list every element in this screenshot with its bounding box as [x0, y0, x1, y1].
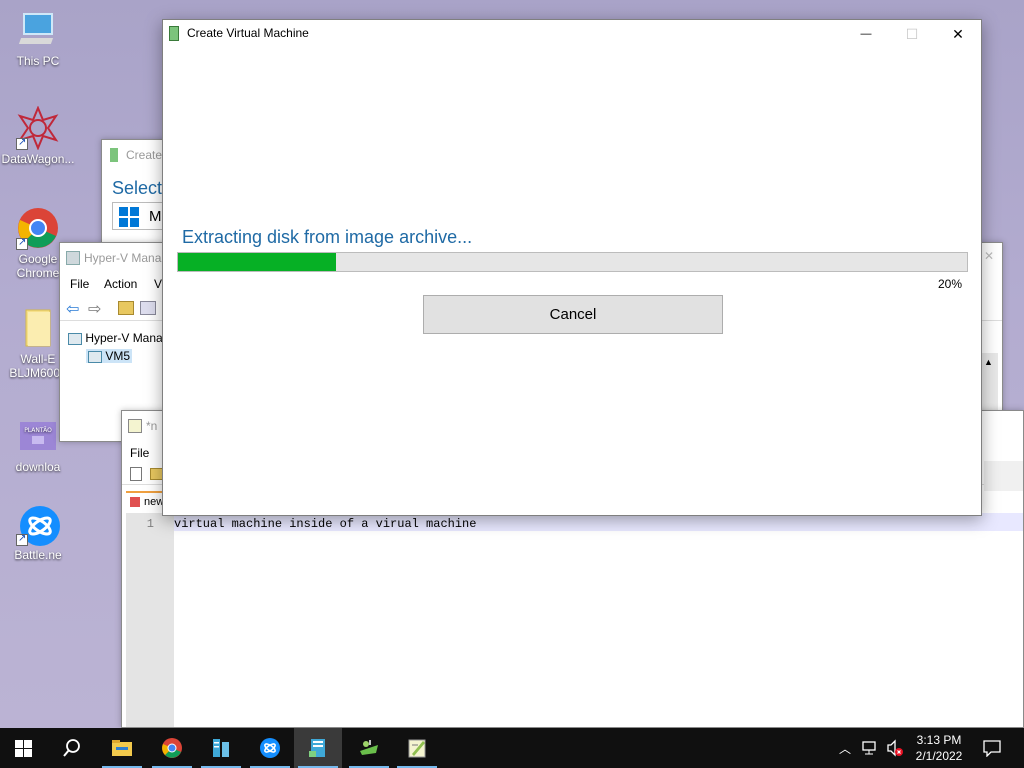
- taskbar-chrome[interactable]: [148, 728, 196, 768]
- file-saved-icon: [130, 497, 140, 507]
- server-manager-icon: [213, 739, 229, 757]
- desktop-icon-label: downloa: [15, 460, 61, 474]
- window-title: *n: [146, 419, 158, 433]
- line-number: 1: [146, 517, 154, 531]
- progress-percent: 20%: [937, 277, 962, 291]
- notifications-icon[interactable]: [982, 739, 1002, 757]
- server-icon: [88, 350, 102, 363]
- gutter: 1: [126, 513, 174, 727]
- show-hide-tree-icon[interactable]: [140, 301, 156, 315]
- notepad-plus-icon: [408, 739, 426, 758]
- menu-view[interactable]: V: [154, 277, 162, 291]
- close-button[interactable]: ✕: [935, 20, 981, 48]
- taskbar-notepad-plus[interactable]: [393, 728, 441, 768]
- folder-icon: [16, 306, 60, 350]
- back-arrow-icon[interactable]: ⇦: [66, 299, 79, 319]
- menu-file[interactable]: File: [130, 446, 149, 460]
- battlenet-icon: [16, 502, 60, 546]
- tree-item-vm5[interactable]: VM5: [86, 349, 133, 363]
- tray-clock[interactable]: 3:13 PM 2/1/2022: [903, 732, 975, 764]
- taskbar-hyperv[interactable]: [294, 728, 342, 768]
- close-icon[interactable]: ✕: [984, 249, 994, 263]
- datawagon-icon: [16, 105, 60, 151]
- vm-icon: [169, 26, 179, 41]
- computer-icon: [16, 8, 60, 52]
- tray-time: 3:13 PM: [916, 733, 962, 747]
- desktop-icon-label: DataWagon...: [1, 152, 75, 166]
- speaker-muted-icon[interactable]: [886, 739, 904, 757]
- start-button[interactable]: [0, 728, 48, 768]
- search-icon: [63, 739, 80, 757]
- section-heading: Select: [112, 178, 163, 198]
- dialog-title: Create Virtual Machine: [187, 26, 309, 40]
- shortcut-arrow-icon: [16, 236, 28, 250]
- desktop-icon-label: This PC: [16, 54, 60, 68]
- desktop-icon-this-pc[interactable]: This PC: [0, 8, 76, 68]
- minimize-button[interactable]: —: [843, 20, 889, 48]
- battlenet-icon: [260, 738, 280, 758]
- network-icon[interactable]: [862, 740, 880, 756]
- maximize-button: ☐: [905, 26, 919, 42]
- datawagon-icon: [360, 740, 378, 755]
- progress-status-text: Extracting disk from image archive...: [182, 227, 473, 247]
- chrome-icon: [16, 206, 60, 250]
- scrollbar[interactable]: ▲: [980, 353, 998, 413]
- notepad-plus-icon: [128, 419, 142, 433]
- dialog-titlebar[interactable]: Create Virtual Machine — ☐ ✕: [163, 20, 981, 48]
- vm-icon: [110, 148, 118, 162]
- editor-line-text: virtual machine inside of a virual machi…: [174, 517, 477, 531]
- taskbar-battlenet[interactable]: [246, 728, 294, 768]
- chrome-icon: [162, 738, 182, 758]
- desktop-icon-battlenet[interactable]: Battle.ne: [0, 502, 76, 562]
- tree-item-label: Hyper-V Mana: [85, 331, 163, 345]
- scroll-up-icon[interactable]: ▲: [984, 357, 993, 367]
- tree-item-root[interactable]: Hyper-V Mana: [68, 331, 163, 345]
- file-explorer-icon: [112, 740, 132, 756]
- server-icon: [68, 332, 82, 345]
- taskbar-datawagon[interactable]: [345, 728, 393, 768]
- create-vm-dialog[interactable]: Create Virtual Machine — ☐ ✕ Extracting …: [162, 19, 982, 516]
- taskbar-server-manager[interactable]: [197, 728, 245, 768]
- start-icon: [15, 740, 32, 757]
- svg-text:PLANTÃO: PLANTÃO: [24, 427, 52, 434]
- desktop-icon-datawagon[interactable]: DataWagon...: [0, 105, 76, 166]
- desktop-icon-label: Battle.ne: [14, 548, 62, 562]
- tray-date: 2/1/2022: [915, 749, 963, 763]
- tree-item-label: VM5: [105, 349, 131, 363]
- hyperv-icon: [309, 739, 325, 757]
- menu-file[interactable]: File: [70, 277, 89, 291]
- window-title: Hyper-V Mana: [84, 251, 162, 265]
- shortcut-arrow-icon: [16, 136, 28, 150]
- menu-action[interactable]: Action: [104, 277, 137, 291]
- taskbar-file-explorer[interactable]: [98, 728, 146, 768]
- up-folder-icon[interactable]: [118, 301, 134, 315]
- progress-bar-fill: [178, 253, 336, 271]
- shortcut-arrow-icon: [16, 532, 28, 546]
- os-list-item-label: M: [149, 208, 162, 225]
- new-file-icon[interactable]: [130, 467, 142, 481]
- window-title: Create: [126, 148, 163, 162]
- forward-arrow-icon[interactable]: ⇨: [88, 299, 101, 319]
- taskbar: ︿ 3:13 PM 2/1/2022: [0, 728, 1024, 768]
- hyperv-icon: [66, 251, 80, 265]
- search-button[interactable]: [48, 728, 96, 768]
- image-thumbnail-icon: PLANTÃO: [16, 414, 60, 458]
- chevron-up-icon[interactable]: ︿: [839, 740, 851, 757]
- windows-logo-icon: [119, 207, 139, 227]
- progress-bar: [177, 252, 968, 272]
- cancel-button[interactable]: Cancel: [423, 295, 723, 334]
- tab-bar-strip: [984, 461, 1023, 491]
